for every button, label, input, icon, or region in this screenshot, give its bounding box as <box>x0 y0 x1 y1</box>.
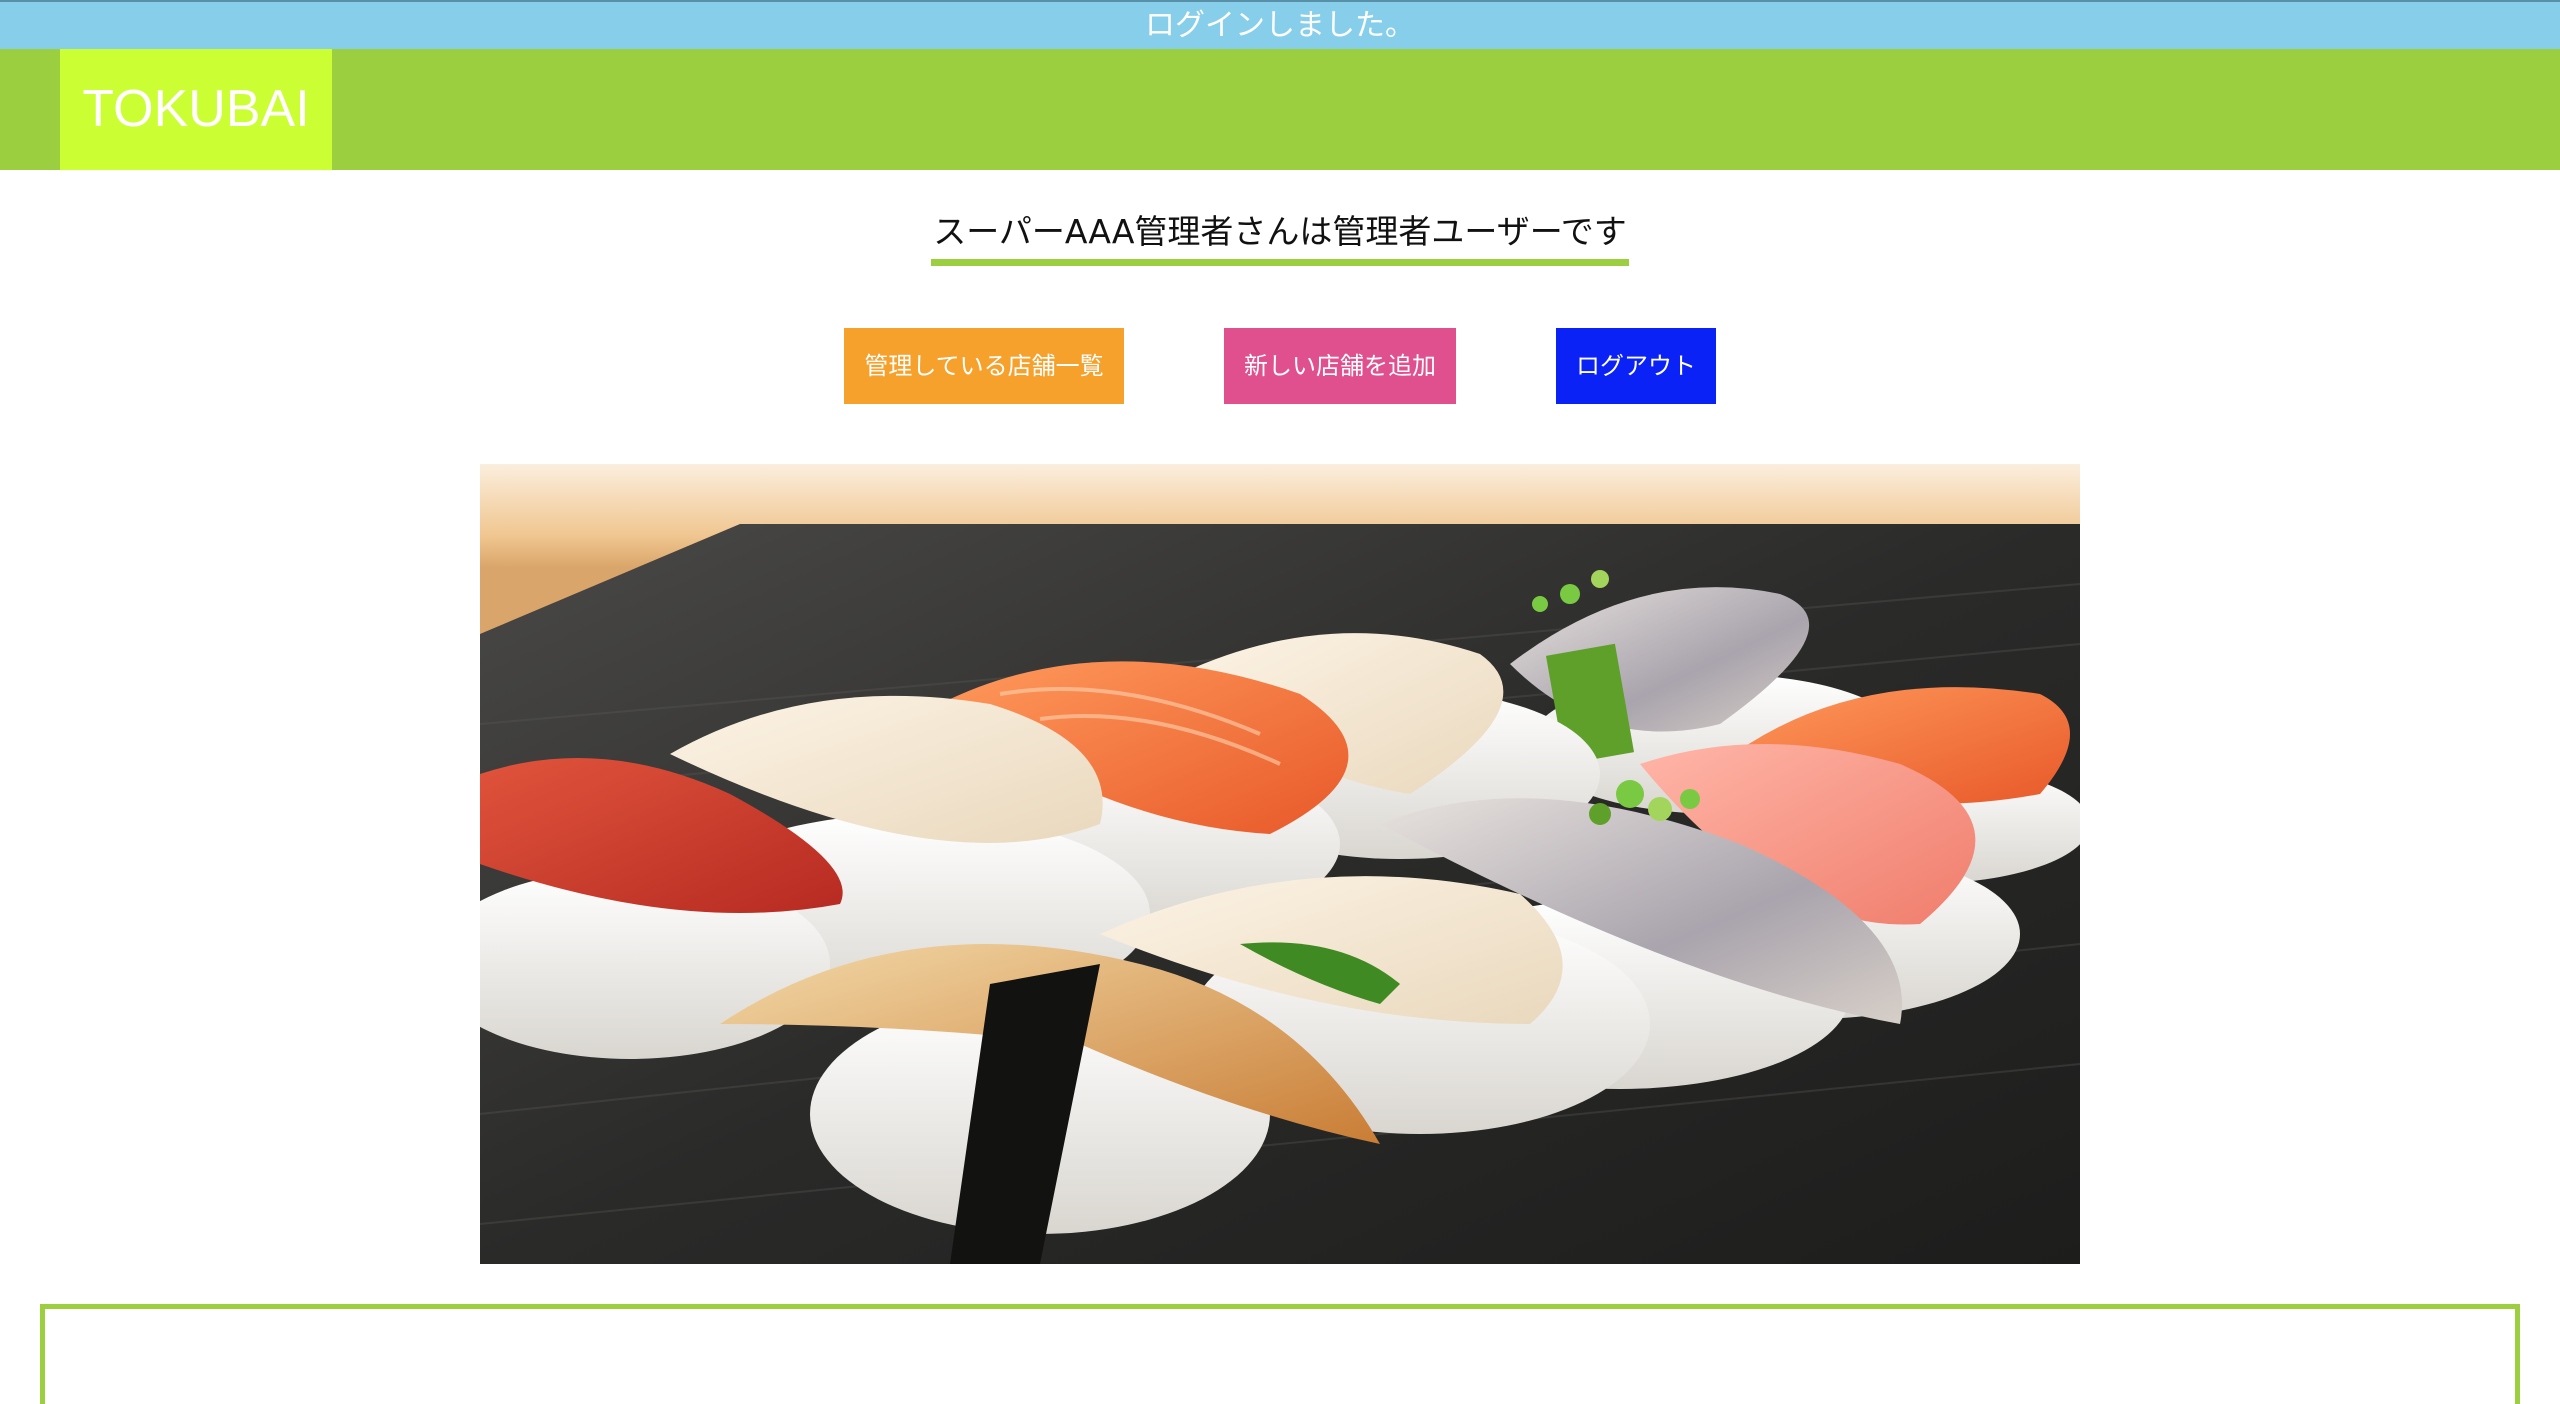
flash-message: ログインしました。 <box>0 0 2560 49</box>
managed-stores-button[interactable]: 管理している店舗一覧 <box>844 328 1124 404</box>
logout-button[interactable]: ログアウト <box>1556 328 1716 404</box>
sushi-illustration <box>480 464 2080 1264</box>
page-title-wrap: スーパーAAA管理者さんは管理者ユーザーです <box>0 205 2560 266</box>
hero-image <box>480 464 2080 1264</box>
content-box <box>40 1304 2520 1404</box>
header-bar: TOKUBAI <box>0 49 2560 170</box>
page-title: スーパーAAA管理者さんは管理者ユーザーです <box>931 205 1629 266</box>
site-logo[interactable]: TOKUBAI <box>60 49 332 170</box>
add-store-button[interactable]: 新しい店舗を追加 <box>1224 328 1456 404</box>
